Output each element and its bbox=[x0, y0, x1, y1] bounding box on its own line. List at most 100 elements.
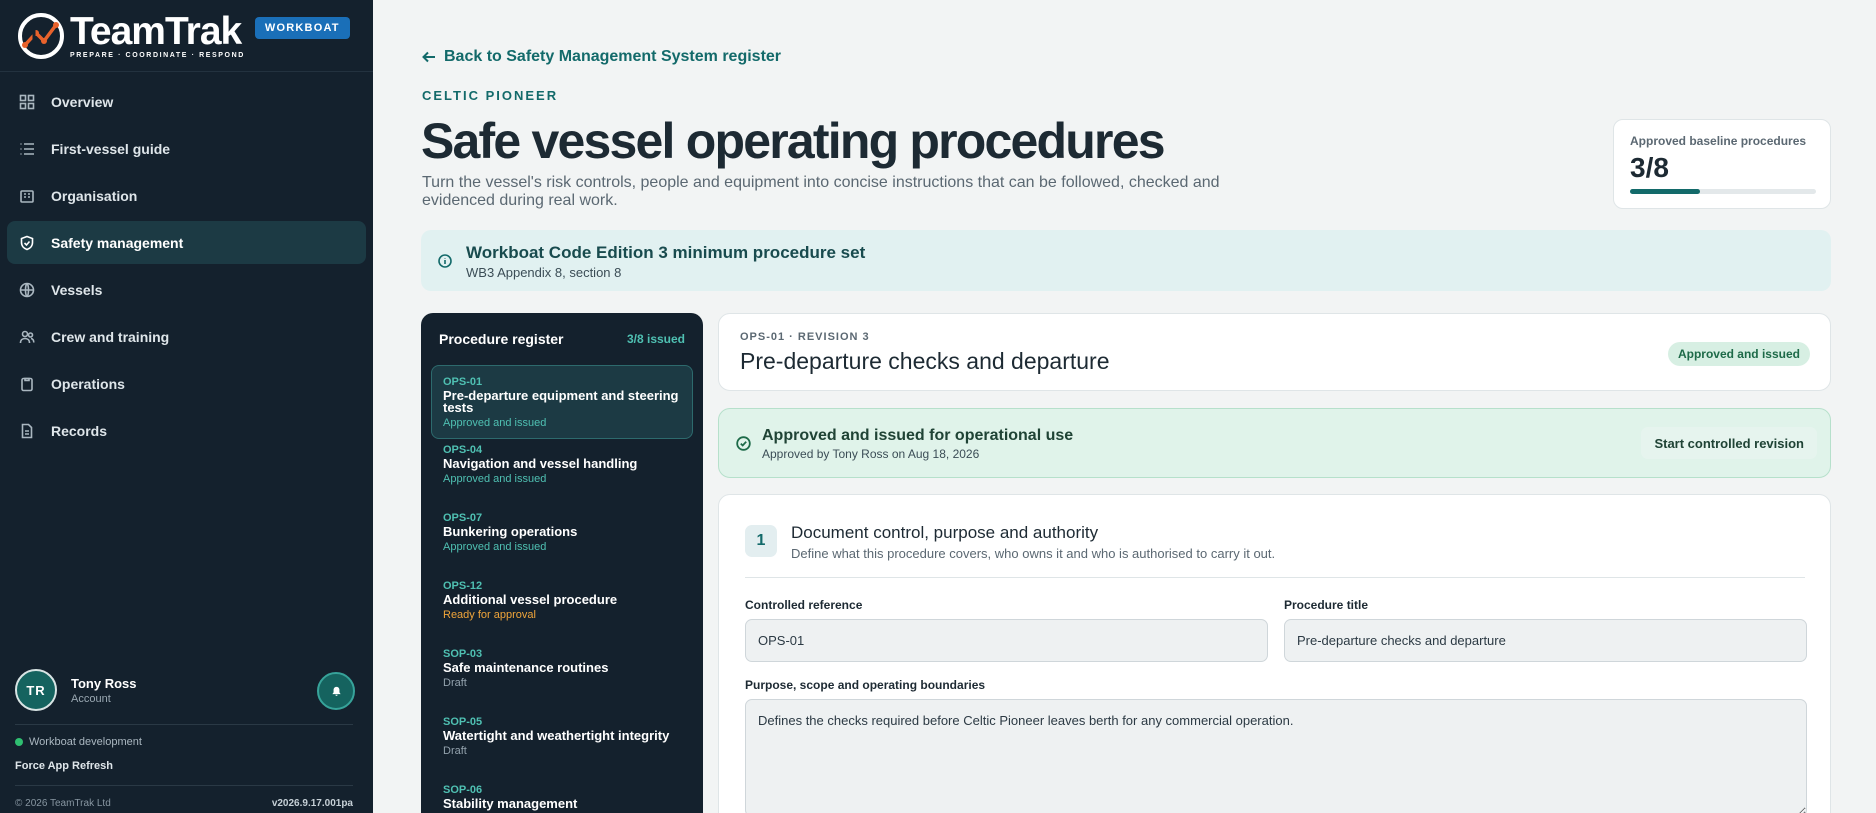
sidebar-item-records[interactable]: Records bbox=[7, 409, 366, 452]
register-item-ops-12[interactable]: OPS-12 Additional vessel procedure Ready… bbox=[431, 569, 693, 643]
sidebar-item-vessels[interactable]: Vessels bbox=[7, 268, 366, 311]
approval-banner: Approved and issued for operational use … bbox=[718, 408, 1831, 478]
sidebar-item-crew-and-training[interactable]: Crew and training bbox=[7, 315, 366, 358]
procedure-code: SOP-06 bbox=[443, 784, 483, 796]
procedure-header: OPS-01 · REVISION 3 Pre-departure checks… bbox=[718, 313, 1831, 391]
divider bbox=[745, 577, 1805, 578]
product-badge: WORKBOAT bbox=[254, 16, 350, 39]
procedure-status: Approved and issued bbox=[443, 541, 547, 553]
section-title: Document control, purpose and authority bbox=[791, 523, 1099, 542]
approval-title: Approved and issued for operational use bbox=[762, 427, 1074, 444]
info-subtitle: WB3 Appendix 8, section 8 bbox=[466, 265, 622, 280]
sidebar-item-overview[interactable]: Overview bbox=[7, 80, 366, 123]
page-title: Safe vessel operating procedures bbox=[421, 113, 1166, 169]
reference-label: Controlled reference bbox=[745, 598, 863, 612]
register-item-ops-04[interactable]: OPS-04 Navigation and vessel handling Ap… bbox=[431, 433, 693, 507]
procedure-code: SOP-05 bbox=[443, 716, 483, 728]
notifications-button[interactable] bbox=[317, 672, 355, 710]
copyright: © 2026 TeamTrak Ltd bbox=[15, 798, 111, 809]
document-icon bbox=[19, 423, 35, 439]
procedure-register: Procedure register 3/8 issued OPS-01 Pre… bbox=[421, 313, 703, 813]
procedure-title-input[interactable] bbox=[1284, 619, 1807, 662]
register-title: Procedure register bbox=[439, 331, 564, 347]
info-icon bbox=[438, 254, 452, 268]
list-icon bbox=[19, 141, 35, 157]
procedure-name: Bunkering operations bbox=[443, 524, 578, 539]
procedure-name: Navigation and vessel handling bbox=[443, 456, 638, 471]
procedure-status: Draft bbox=[443, 677, 467, 689]
back-link[interactable]: Back to Safety Management System registe… bbox=[422, 48, 781, 66]
controlled-reference-input[interactable] bbox=[745, 619, 1268, 662]
register-item-ops-01[interactable]: OPS-01 Pre-departure equipment and steer… bbox=[431, 365, 693, 439]
people-icon bbox=[19, 329, 35, 345]
sidebar-item-label: Operations bbox=[51, 375, 125, 392]
start-revision-button[interactable]: Start controlled revision bbox=[1641, 427, 1817, 459]
procedure-code: OPS-07 bbox=[443, 512, 483, 524]
shield-icon bbox=[19, 235, 35, 251]
register-item-ops-07[interactable]: OPS-07 Bunkering operations Approved and… bbox=[431, 501, 693, 575]
status-badge: Approved and issued bbox=[1667, 342, 1810, 366]
progress-bar bbox=[1630, 189, 1816, 194]
clipboard-icon bbox=[19, 376, 35, 392]
procedure-name: Pre-departure equipment and steering tes… bbox=[443, 388, 679, 415]
procedure-code: OPS-12 bbox=[443, 580, 483, 592]
approval-subtitle: Approved by Tony Ross on Aug 18, 2026 bbox=[762, 447, 980, 461]
info-banner: Workboat Code Edition 3 minimum procedur… bbox=[421, 230, 1831, 291]
sidebar-item-first-vessel-guide[interactable]: First-vessel guide bbox=[7, 127, 366, 170]
purpose-label: Purpose, scope and operating boundaries bbox=[745, 678, 986, 692]
brand-tagline: PREPARE · COORDINATE · RESPOND bbox=[70, 51, 245, 59]
document-control-section: 1 Document control, purpose and authorit… bbox=[718, 494, 1831, 813]
check-circle-icon bbox=[736, 436, 751, 451]
avatar: TR bbox=[15, 669, 57, 711]
procedure-code: SOP-03 bbox=[443, 648, 483, 660]
sidebar: TeamTrak PREPARE · COORDINATE · RESPOND … bbox=[0, 0, 373, 813]
page-description: Turn the vessel's risk controls, people … bbox=[422, 174, 1220, 209]
sidebar-item-safety-management[interactable]: Safety management bbox=[7, 221, 366, 264]
register-item-sop-05[interactable]: SOP-05 Watertight and weathertight integ… bbox=[431, 705, 693, 779]
procedure-status: Approved and issued bbox=[443, 473, 547, 485]
section-number: 1 bbox=[745, 525, 777, 557]
sidebar-item-label: Records bbox=[51, 422, 108, 439]
sidebar-item-label: Safety management bbox=[51, 234, 184, 251]
sidebar-item-operations[interactable]: Operations bbox=[7, 362, 366, 405]
teamtrak-logo-icon bbox=[18, 12, 64, 59]
sidebar-item-label: First-vessel guide bbox=[51, 140, 171, 157]
info-title: Workboat Code Edition 3 minimum procedur… bbox=[466, 243, 866, 262]
user-account[interactable]: TR Tony Ross Account bbox=[15, 668, 355, 712]
environment-indicator: Workboat development bbox=[15, 736, 142, 748]
register-item-sop-06[interactable]: SOP-06 Stability management bbox=[431, 773, 693, 813]
force-refresh-link[interactable]: Force App Refresh bbox=[15, 760, 113, 772]
status-dot bbox=[15, 738, 23, 746]
procedure-title-label: Procedure title bbox=[1284, 598, 1369, 612]
divider bbox=[15, 785, 353, 786]
purpose-textarea[interactable]: Defines the checks required before Celti… bbox=[745, 699, 1807, 813]
main-content: Back to Safety Management System registe… bbox=[373, 0, 1876, 813]
sidebar-item-organisation[interactable]: Organisation bbox=[7, 174, 366, 217]
sidebar-item-label: Crew and training bbox=[51, 328, 170, 345]
procedure-code: OPS-01 bbox=[443, 376, 483, 388]
procedure-status: Approved and issued bbox=[443, 417, 547, 429]
procedure-title: Pre-departure checks and departure bbox=[740, 348, 1110, 374]
register-count: 3/8 issued bbox=[626, 332, 685, 346]
procedure-name: Safe maintenance routines bbox=[443, 660, 609, 675]
procedure-name: Watertight and weathertight integrity bbox=[443, 728, 670, 743]
sidebar-item-label: Overview bbox=[51, 93, 114, 110]
approved-baseline-card: Approved baseline procedures 3/8 bbox=[1613, 119, 1831, 209]
app-version: v2026.9.17.001pa bbox=[271, 798, 353, 809]
user-role: Account bbox=[71, 692, 111, 705]
progress-fill bbox=[1630, 189, 1700, 194]
procedure-name: Additional vessel procedure bbox=[443, 592, 618, 607]
globe-icon bbox=[19, 282, 35, 298]
procedure-name: Stability management bbox=[443, 796, 578, 811]
brand[interactable]: TeamTrak PREPARE · COORDINATE · RESPOND … bbox=[0, 0, 373, 72]
vessel-name: CELTIC PIONEER bbox=[422, 88, 559, 103]
environment-label: Workboat development bbox=[29, 736, 142, 748]
progress-label: Approved baseline procedures bbox=[1630, 134, 1807, 148]
bell-icon bbox=[331, 686, 341, 696]
sidebar-nav: Overview First-vessel guide Organisation… bbox=[0, 72, 373, 464]
progress-value: 3/8 bbox=[1630, 152, 1669, 183]
back-link-label: Back to Safety Management System registe… bbox=[444, 48, 782, 65]
sidebar-item-label: Organisation bbox=[51, 187, 138, 204]
section-subtitle: Define what this procedure covers, who o… bbox=[791, 546, 1276, 561]
register-item-sop-03[interactable]: SOP-03 Safe maintenance routines Draft bbox=[431, 637, 693, 711]
